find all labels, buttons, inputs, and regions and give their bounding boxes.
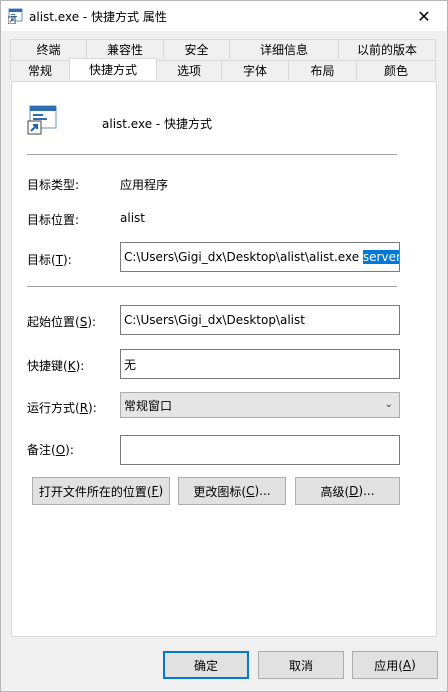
target-label: 目标(T):	[27, 251, 72, 268]
divider	[27, 286, 397, 287]
label-text: 快捷键(	[27, 359, 68, 373]
button-text: )...	[254, 484, 271, 498]
tab-label: 字体	[242, 64, 267, 78]
ok-button[interactable]: 确定	[163, 651, 249, 679]
button-text: )...	[358, 484, 375, 498]
label-text: ):	[63, 253, 72, 267]
label-text: 目标(	[27, 253, 56, 267]
label-text: 起始位置(	[27, 315, 80, 329]
tab-layout[interactable]: 布局	[288, 60, 357, 80]
tab-label: 兼容性	[106, 43, 143, 57]
start-in-text: C:\Users\Gigi_dx\Desktop\alist	[124, 313, 305, 327]
apply-button[interactable]: 应用(A)	[352, 651, 438, 679]
cancel-button[interactable]: 取消	[258, 651, 344, 679]
target-location-label: 目标位置:	[27, 213, 80, 227]
tab-colors[interactable]: 颜色	[356, 60, 436, 80]
tab-general[interactable]: 常规	[10, 60, 70, 80]
tab-label: 快捷方式	[88, 63, 137, 77]
tab-label: 布局	[310, 64, 335, 78]
window-title: alist.exe - 快捷方式 属性	[29, 10, 167, 24]
shortcut-large-icon	[27, 105, 57, 135]
label-text: ):	[87, 315, 97, 329]
hotkey-text: 无	[124, 357, 137, 372]
tab-shortcut[interactable]: 快捷方式	[69, 58, 157, 80]
access-key: D	[349, 484, 359, 498]
shortcut-name: alist.exe - 快捷方式	[102, 117, 213, 131]
access-key: A	[402, 658, 412, 672]
shortcut-tab-panel: alist.exe - 快捷方式 目标类型: 应用程序 目标位置: alist …	[11, 81, 437, 637]
button-text: 更改图标(	[193, 484, 247, 499]
start-in-input[interactable]: C:\Users\Gigi_dx\Desktop\alist	[120, 305, 400, 335]
access-key: K	[67, 359, 76, 373]
tab-details[interactable]: 详细信息	[229, 39, 339, 59]
title-bar: alist.exe - 快捷方式 属性 ✕	[1, 1, 447, 31]
tab-label: 选项	[176, 64, 201, 78]
comment-label: 备注(O):	[27, 441, 74, 458]
properties-window: alist.exe - 快捷方式 属性 ✕ 终端 兼容性 安全 详细信息 以前的…	[0, 0, 448, 692]
target-type-value: 应用程序	[120, 178, 169, 192]
comment-input[interactable]	[120, 435, 400, 465]
tab-label: 终端	[36, 43, 61, 57]
shortcut-app-icon	[8, 8, 23, 24]
label-text: 备注(	[27, 443, 56, 457]
target-text: C:\Users\Gigi_dx\Desktop\alist\alist.exe	[124, 250, 363, 264]
tab-label: 以前的版本	[356, 43, 417, 57]
target-selected-text: server	[362, 250, 400, 264]
label-text: ):	[75, 359, 85, 373]
close-icon: ✕	[417, 6, 431, 26]
divider	[27, 154, 397, 155]
button-text: 高级(	[320, 484, 350, 499]
run-selected-value: 常规窗口	[124, 398, 173, 413]
access-key: C	[246, 484, 255, 498]
open-file-location-button[interactable]: 打开文件所在的位置(F)	[32, 477, 170, 505]
hotkey-input[interactable]: 无	[120, 349, 400, 379]
label-text: ):	[65, 443, 74, 457]
tab-label: 常规	[27, 64, 52, 78]
tab-label: 详细信息	[259, 43, 308, 57]
run-select[interactable]: 常规窗口 ⌄	[120, 392, 400, 418]
target-location-value: alist	[120, 211, 145, 225]
button-text: 应用(	[374, 658, 403, 673]
change-icon-button[interactable]: 更改图标(C)...	[178, 477, 286, 505]
tab-previous-versions[interactable]: 以前的版本	[338, 39, 436, 59]
access-key: O	[55, 443, 66, 457]
label-text: ):	[88, 401, 97, 415]
button-text: )	[158, 484, 164, 498]
tab-options[interactable]: 选项	[156, 60, 222, 80]
button-text: 打开文件所在的位置(	[38, 484, 152, 499]
button-text: 确定	[193, 658, 218, 673]
label-text: 运行方式(	[27, 401, 80, 415]
tab-compatibility[interactable]: 兼容性	[86, 39, 164, 59]
tab-row-back: 终端 兼容性 安全 详细信息 以前的版本	[10, 39, 436, 59]
tab-font[interactable]: 字体	[221, 60, 289, 80]
access-key: T	[55, 253, 64, 267]
target-input[interactable]: C:\Users\Gigi_dx\Desktop\alist\alist.exe…	[120, 242, 400, 272]
advanced-button[interactable]: 高级(D)...	[295, 477, 400, 505]
tab-security[interactable]: 安全	[163, 39, 230, 59]
tab-row-front: 常规 快捷方式 选项 字体 布局 颜色	[10, 58, 436, 80]
tab-label: 颜色	[383, 64, 408, 78]
start-in-label: 起始位置(S):	[27, 313, 96, 330]
chevron-down-icon: ⌄	[384, 399, 393, 410]
access-key: R	[79, 401, 89, 415]
button-text: )	[411, 658, 416, 672]
tab-terminal[interactable]: 终端	[10, 39, 87, 59]
access-key: F	[151, 484, 159, 498]
button-text: 取消	[288, 658, 313, 673]
close-button[interactable]: ✕	[401, 1, 447, 31]
target-type-label: 目标类型:	[27, 178, 80, 192]
run-label: 运行方式(R):	[27, 399, 97, 416]
hotkey-label: 快捷键(K):	[27, 357, 84, 374]
tab-label: 安全	[184, 43, 209, 57]
